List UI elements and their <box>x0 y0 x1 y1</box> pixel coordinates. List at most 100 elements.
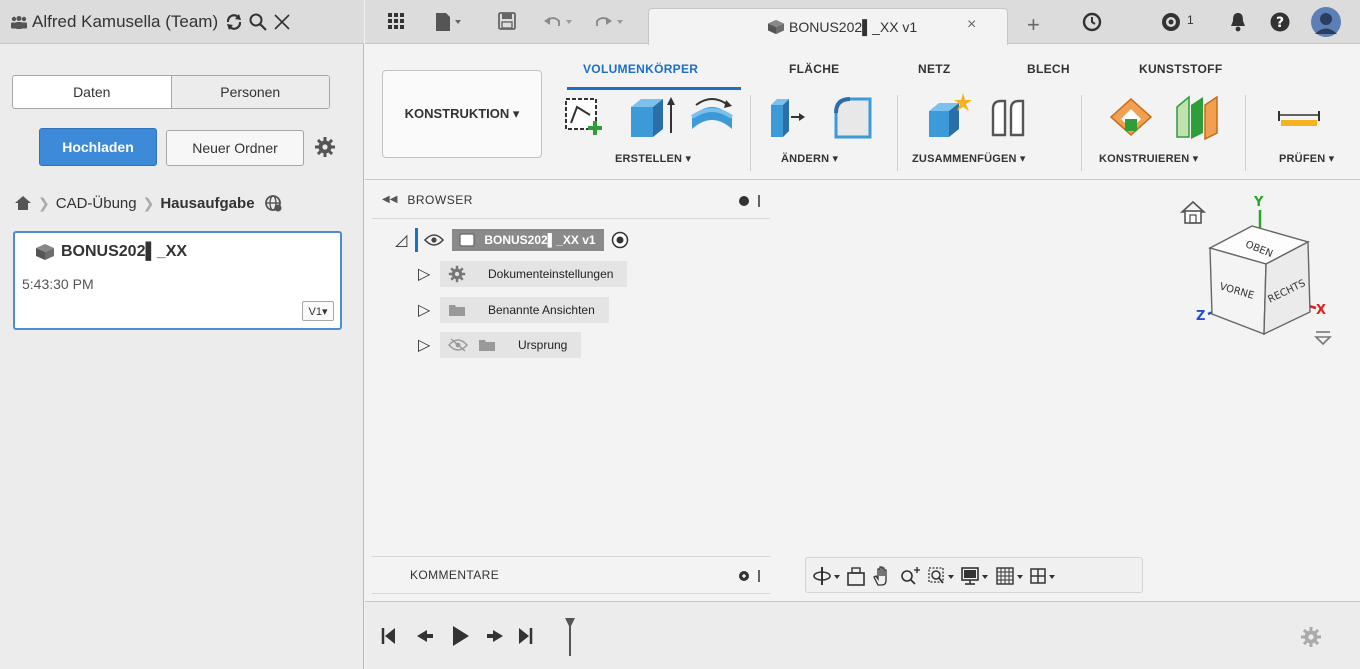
job-status-icon[interactable] <box>1160 11 1184 33</box>
document-tab[interactable]: BONUS202▌_XX v1 × <box>648 8 1008 45</box>
extrude-icon[interactable] <box>627 95 677 141</box>
tab-personen[interactable]: Personen <box>170 76 329 108</box>
comments-title: KOMMENTARE <box>410 568 500 582</box>
extensions-clock-icon[interactable] <box>1081 11 1103 33</box>
group-divider <box>897 95 898 171</box>
new-tab-icon[interactable]: + <box>1027 12 1040 38</box>
home-view-icon[interactable] <box>1179 200 1207 224</box>
timeline-step-back-icon[interactable] <box>417 630 433 642</box>
timeline-marker-icon[interactable] <box>565 618 575 656</box>
breadcrumb: ❯ CAD-Übung ❯ Hausaufgabe <box>14 190 283 216</box>
version-dropdown[interactable]: V1▾ <box>302 301 334 321</box>
pan-hand-icon[interactable] <box>873 566 887 586</box>
breadcrumb-folder[interactable]: Hausaufgabe <box>160 195 254 212</box>
look-at-icon[interactable] <box>847 567 865 586</box>
workspace-switcher[interactable]: KONSTRUKTION ▾ <box>382 70 542 158</box>
midplane-icon[interactable] <box>1171 93 1221 141</box>
active-marker <box>415 228 419 252</box>
viewports-icon[interactable] <box>1030 568 1055 584</box>
new-component-icon[interactable] <box>925 93 975 141</box>
orbit-icon[interactable] <box>813 567 840 585</box>
tab-daten[interactable]: Daten <box>13 76 171 108</box>
component-icon <box>459 233 475 247</box>
folder-share-icon[interactable] <box>263 193 283 213</box>
expand-triangle-icon[interactable]: ◿ <box>395 230 407 250</box>
breadcrumb-separator-icon: ❯ <box>38 194 50 211</box>
viewcube-menu-icon[interactable] <box>1314 331 1332 346</box>
expand-triangle-icon[interactable]: ▷ <box>418 335 432 355</box>
timeline-step-forward-icon[interactable] <box>487 630 503 642</box>
hidden-eye-icon[interactable] <box>448 337 468 353</box>
file-menu-icon[interactable] <box>434 12 462 32</box>
tab-blech[interactable]: BLECH <box>1027 62 1070 76</box>
browser-pin-icon[interactable] <box>737 194 763 208</box>
display-settings-icon[interactable] <box>961 567 988 585</box>
job-count: 1 <box>1187 13 1194 27</box>
notification-bell-icon[interactable] <box>1228 11 1248 33</box>
group-zusammenfuegen[interactable]: ZUSAMMENFÜGEN ▾ <box>912 152 1026 165</box>
user-avatar-icon[interactable] <box>1310 6 1342 38</box>
browser-root-node[interactable]: ◿ BONUS202▌_XX v1 <box>395 225 630 255</box>
search-icon[interactable] <box>248 12 268 32</box>
browser-item-ursprung[interactable]: ▷ Ursprung <box>418 331 582 359</box>
gear-icon[interactable] <box>314 136 336 158</box>
design-file-icon <box>768 19 784 35</box>
help-icon[interactable]: ? <box>1269 11 1291 33</box>
application-bar: BONUS202▌_XX v1 × + 1 ? <box>365 0 1360 45</box>
browser-item-label: Ursprung <box>518 338 568 352</box>
comments-add-icon[interactable] <box>737 569 763 583</box>
tab-volumenkoerper[interactable]: VOLUMENKÖRPER <box>583 62 698 76</box>
browser-item-dokumenteinstellungen[interactable]: ▷ Dokumenteinstellungen <box>418 260 628 288</box>
joint-icon[interactable] <box>987 95 1031 141</box>
zoom-icon[interactable] <box>901 567 920 585</box>
timeline-start-icon[interactable] <box>381 628 395 644</box>
axis-x-label: X <box>1316 303 1326 318</box>
tab-kunststoff[interactable]: KUNSTSTOFF <box>1139 62 1222 76</box>
home-icon[interactable] <box>14 195 32 211</box>
viewcube[interactable]: Y Z X OBEN VORNE RECHTS <box>1178 190 1348 360</box>
close-icon[interactable] <box>272 12 292 32</box>
create-sketch-icon[interactable] <box>562 95 606 139</box>
save-icon[interactable] <box>498 12 516 30</box>
data-panel-grid-icon[interactable] <box>387 12 405 30</box>
browser-item-label-wrap: Ursprung <box>440 332 582 358</box>
browser-title: BROWSER <box>407 192 473 207</box>
group-aendern[interactable]: ÄNDERN ▾ <box>781 152 838 165</box>
group-pruefen[interactable]: PRÜFEN ▾ <box>1279 152 1334 165</box>
fillet-icon[interactable] <box>830 93 878 141</box>
expand-triangle-icon[interactable]: ▷ <box>418 264 432 284</box>
settings-gear-icon <box>448 265 466 283</box>
visibility-eye-icon[interactable] <box>424 232 445 248</box>
measure-icon[interactable] <box>1277 105 1321 129</box>
grid-settings-icon[interactable] <box>996 567 1023 585</box>
axis-z-label: Z <box>1196 309 1205 324</box>
timeline-settings-gear-icon[interactable] <box>1300 626 1322 648</box>
team-icon <box>11 15 27 29</box>
refresh-icon[interactable] <box>224 12 244 32</box>
tab-netz[interactable]: NETZ <box>918 62 951 76</box>
activate-radio-icon[interactable] <box>610 230 630 250</box>
fit-zoom-icon[interactable] <box>928 567 954 584</box>
browser-item-benannte-ansichten[interactable]: ▷ Benannte Ansichten <box>418 296 609 324</box>
redo-icon[interactable] <box>593 12 627 32</box>
collapse-browser-icon[interactable]: ◀◀ <box>382 194 397 205</box>
new-folder-button[interactable]: Neuer Ordner <box>166 130 304 166</box>
team-name[interactable]: Alfred Kamusella (Team) <box>32 12 218 32</box>
group-konstruieren[interactable]: KONSTRUIEREN ▾ <box>1099 152 1198 165</box>
undo-icon[interactable] <box>542 12 576 32</box>
close-tab-icon[interactable]: × <box>967 16 976 34</box>
group-erstellen[interactable]: ERSTELLEN ▾ <box>615 152 691 165</box>
breadcrumb-project[interactable]: CAD-Übung <box>56 195 137 212</box>
file-name: BONUS202▌_XX <box>61 243 188 260</box>
expand-triangle-icon[interactable]: ▷ <box>418 300 432 320</box>
offset-plane-icon[interactable] <box>1107 95 1155 141</box>
revolve-icon[interactable] <box>688 95 736 139</box>
timeline-end-icon[interactable] <box>519 628 533 644</box>
timeline-play-icon[interactable] <box>453 626 469 646</box>
press-pull-icon[interactable] <box>767 95 809 141</box>
folder-icon <box>479 340 495 351</box>
upload-button[interactable]: Hochladen <box>39 128 157 166</box>
tab-flaeche[interactable]: FLÄCHE <box>789 62 839 76</box>
data-panel-header: Alfred Kamusella (Team) <box>0 0 364 44</box>
file-card[interactable]: BONUS202▌_XX 5:43:30 PM V1▾ <box>13 231 342 330</box>
